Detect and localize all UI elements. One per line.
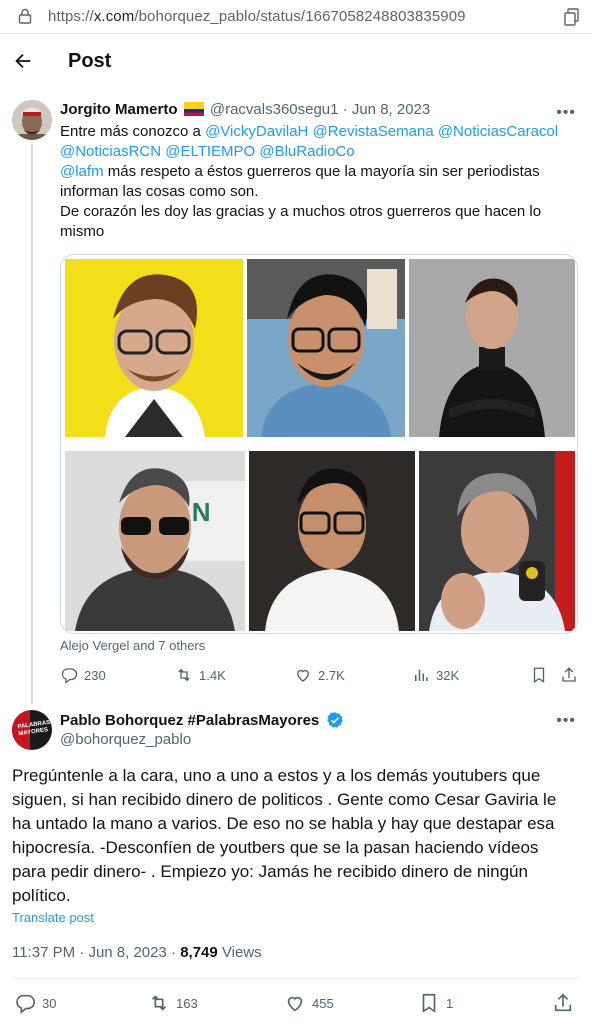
- browser-address-bar[interactable]: https://x.com/bohorquez_pablo/status/166…: [0, 0, 592, 34]
- page-header: Post: [0, 34, 592, 90]
- author-name[interactable]: Jorgito Mamerto: [60, 101, 178, 118]
- photo-3[interactable]: [409, 259, 575, 437]
- reply-button[interactable]: 230: [60, 666, 106, 684]
- tweet-meta: 11:37 PM · Jun 8, 2023 · 8,749 Views: [12, 944, 262, 961]
- photo-2[interactable]: [247, 259, 405, 437]
- flag-icon: [183, 102, 204, 116]
- tagged-people[interactable]: Alejo Vergel and 7 others: [60, 638, 205, 653]
- media-grid[interactable]: AN: [60, 254, 578, 634]
- repost-button[interactable]: 1.4K: [175, 666, 226, 684]
- bookmark-button[interactable]: 1: [418, 992, 453, 1014]
- repost-icon: [151, 995, 167, 1011]
- tweet-date[interactable]: Jun 8, 2023: [352, 101, 430, 118]
- photo-4[interactable]: AN: [65, 451, 245, 631]
- more-icon[interactable]: •••: [556, 104, 576, 122]
- back-arrow-icon[interactable]: [12, 50, 34, 72]
- tweet-header: Jorgito Mamerto @racvals360segu1 · Jun 8…: [60, 101, 431, 118]
- tweet-text: Pregúntenle a la cara, uno a uno a estos…: [12, 766, 557, 905]
- views-icon: [415, 669, 428, 681]
- photo-6[interactable]: [419, 451, 575, 631]
- like-button[interactable]: 2.7K: [294, 666, 345, 684]
- reply-button[interactable]: 30: [14, 992, 56, 1014]
- author-handle[interactable]: @bohorquez_pablo: [60, 731, 191, 748]
- photo-1[interactable]: [65, 259, 243, 437]
- more-icon[interactable]: •••: [556, 712, 576, 730]
- reply-icon: [16, 994, 35, 1014]
- bookmark-icon: [533, 667, 545, 684]
- bookmark-button[interactable]: [530, 666, 548, 684]
- url-text[interactable]: https://x.com/bohorquez_pablo/status/166…: [48, 8, 466, 25]
- like-button[interactable]: 455: [284, 992, 334, 1014]
- lock-icon: [18, 8, 32, 24]
- share-button[interactable]: [552, 992, 574, 1014]
- like-icon: [287, 996, 303, 1012]
- share-icon: [562, 667, 576, 682]
- views-button[interactable]: 32K: [412, 666, 459, 684]
- mention-lafm[interactable]: @lafm: [60, 163, 104, 180]
- author-handle[interactable]: @racvals360segu1: [210, 101, 339, 118]
- tweet-actions: 30 163 455 1: [12, 992, 580, 1016]
- repost-button[interactable]: 163: [148, 992, 198, 1014]
- verified-icon: [327, 712, 344, 728]
- avatar[interactable]: [12, 100, 52, 140]
- like-icon: [297, 669, 309, 682]
- divider: [12, 978, 580, 979]
- views-count: 8,749: [180, 944, 218, 961]
- share-button[interactable]: [560, 666, 578, 684]
- reply-icon: [61, 668, 78, 684]
- page-title: Post: [68, 50, 112, 72]
- share-icon: [554, 993, 572, 1012]
- copy-icon[interactable]: [564, 8, 580, 26]
- photo-5[interactable]: [249, 451, 415, 631]
- tweet-actions: 230 1.4K 2.7K 32K: [60, 666, 580, 688]
- mention-links[interactable]: @VickyDavilaH @RevistaSemana @NoticiasCa…: [205, 123, 558, 140]
- tweet-time[interactable]: 11:37 PM: [12, 944, 75, 961]
- tweet-date[interactable]: Jun 8, 2023: [88, 944, 166, 961]
- author-name[interactable]: Pablo Bohorquez #PalabrasMayores: [60, 711, 344, 729]
- tweet-text: Entre más conozco a @VickyDavilaH @Revis…: [60, 123, 559, 240]
- translate-post-link[interactable]: Translate post: [12, 910, 94, 925]
- avatar[interactable]: PALABRAS MAYORES: [12, 710, 52, 750]
- bookmark-icon: [422, 993, 436, 1013]
- thread-line: [31, 144, 33, 704]
- mention-links[interactable]: @NoticiasRCN @ELTIEMPO @BluRadioCo: [60, 143, 355, 160]
- repost-icon: [178, 668, 190, 682]
